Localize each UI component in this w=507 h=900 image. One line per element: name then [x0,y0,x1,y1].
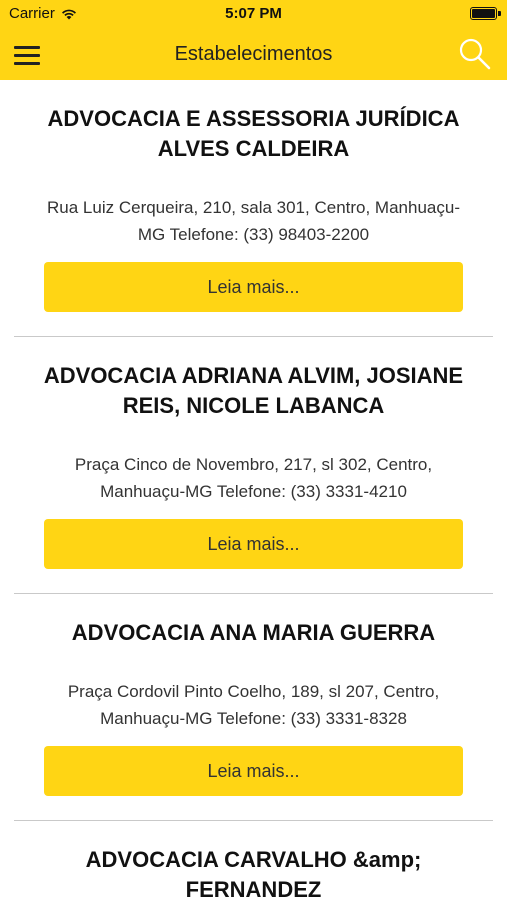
listing-name: ADVOCACIA ADRIANA ALVIM, JOSIANE REIS, N… [43,363,464,418]
read-more-button[interactable]: Leia mais... [44,519,463,569]
listing-list[interactable]: ADVOCACIA E ASSESSORIA JURÍDICA ALVES CA… [0,80,507,900]
listing-card: ADVOCACIA ANA MARIA GUERRA Praça Cordovi… [0,594,507,821]
read-more-button[interactable]: Leia mais... [44,262,463,312]
listing-address: Praça Cinco de Novembro, 217, sl 302, Ce… [74,455,433,501]
listing-name: ADVOCACIA E ASSESSORIA JURÍDICA ALVES CA… [47,106,460,161]
status-bar: Carrier 5:07 PM [0,0,507,28]
listing-name: ADVOCACIA CARVALHO &amp; FERNANDEZ [85,847,422,900]
listing-address: Praça Cordovil Pinto Coelho, 189, sl 207… [67,682,440,728]
status-time: 5:07 PM [225,5,282,22]
listing-name: ADVOCACIA ANA MARIA GUERRA [71,620,436,645]
battery-icon [470,7,497,20]
page-title: Estabelecimentos [174,43,333,65]
listing-address: Rua Luiz Cerqueira, 210, sala 301, Centr… [47,198,460,244]
listing-card: ADVOCACIA ADRIANA ALVIM, JOSIANE REIS, N… [0,337,507,594]
listing-card: ADVOCACIA CARVALHO &amp; FERNANDEZ [0,821,507,900]
navigation-bar: Estabelecimentos [0,30,507,80]
listing-card: ADVOCACIA E ASSESSORIA JURÍDICA ALVES CA… [0,80,507,337]
read-more-button[interactable]: Leia mais... [44,746,463,796]
battery-cap [498,11,501,16]
top-bar: Carrier 5:07 PM Estabelecimentos [0,0,507,80]
search-icon[interactable] [457,36,493,72]
